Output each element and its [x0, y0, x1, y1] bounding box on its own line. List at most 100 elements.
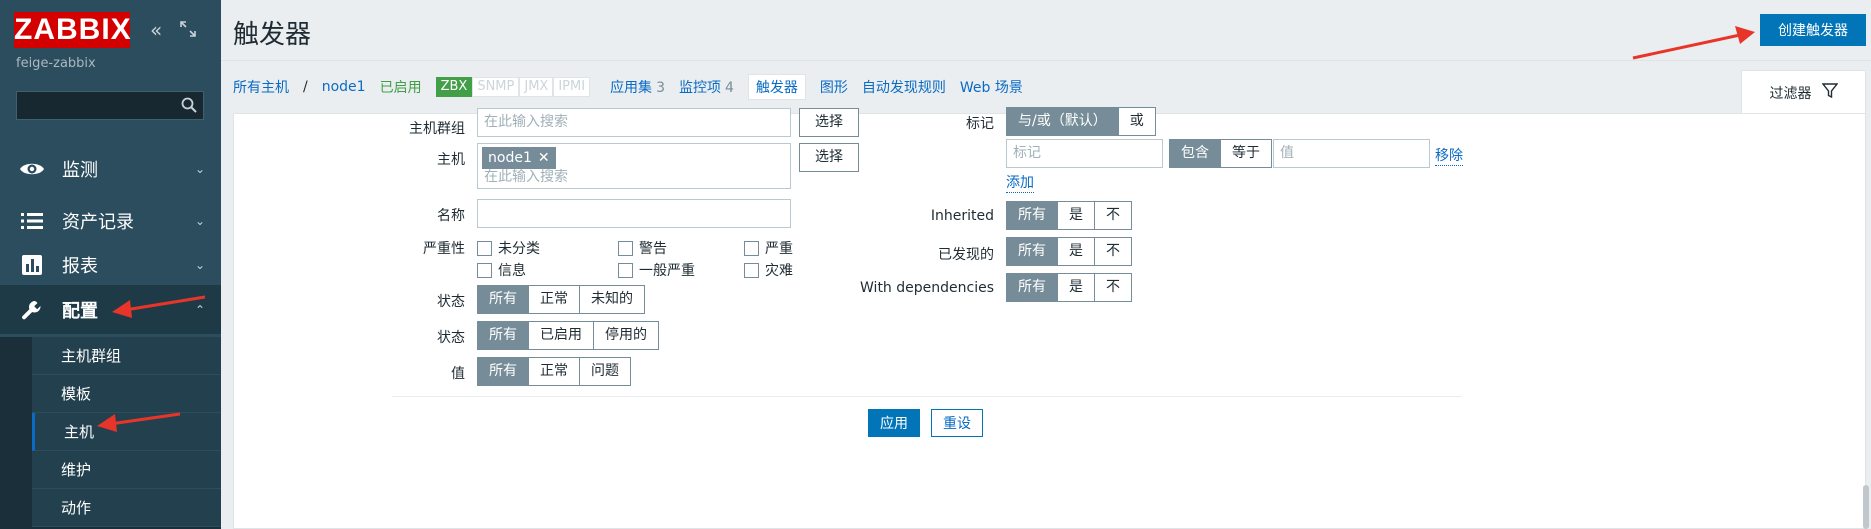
tag-name-input[interactable]: 标记 [1006, 139, 1163, 168]
severity-disaster-checkbox[interactable]: 灾难 [744, 260, 793, 280]
inherited-segmented-control[interactable]: 所有 是 不 [1006, 201, 1132, 230]
applications-count: 3 [656, 80, 665, 96]
inherited-option-no[interactable]: 不 [1095, 202, 1131, 229]
host-multiselect[interactable]: node1 ✕ 在此输入搜索 [477, 143, 791, 189]
value-option-problem[interactable]: 问题 [580, 358, 630, 385]
tag-value-input[interactable]: 值 [1273, 139, 1430, 168]
tag-operator-control[interactable]: 包含 等于 [1169, 139, 1272, 168]
chevron-down-icon: ⌄ [194, 257, 205, 272]
vertical-scrollbar[interactable] [1863, 485, 1869, 529]
apply-button[interactable]: 应用 [868, 409, 920, 437]
checkbox-box[interactable] [477, 240, 492, 256]
host-select-button[interactable]: 选择 [799, 143, 859, 172]
menu-label: 报表 [62, 255, 98, 277]
dependencies-segmented-control[interactable]: 所有 是 不 [1006, 273, 1132, 302]
page-title: 触发器 [233, 20, 312, 50]
menu-item-inventory[interactable]: 资产记录 ⌄ [0, 196, 221, 245]
dependencies-option-no[interactable]: 不 [1095, 274, 1131, 301]
name-input[interactable] [477, 199, 791, 228]
status-option-all[interactable]: 所有 [478, 322, 529, 349]
severity-average-checkbox[interactable]: 一般严重 [618, 260, 695, 280]
filter-panel: 主机群组 在此输入搜索 选择 主机 node1 ✕ 在此输入搜索 选择 名称 严重… [233, 107, 1866, 529]
tags-evaltype-control[interactable]: 与/或（默认） 或 [1006, 107, 1156, 136]
add-tag-link[interactable]: 添加 [1006, 172, 1034, 193]
breadcrumb-host[interactable]: node1 [322, 79, 366, 95]
menu-item-reports[interactable]: 报表 ⌄ [0, 240, 221, 289]
severity-warning-checkbox[interactable]: 警告 [618, 238, 667, 258]
host-group-select-button[interactable]: 选择 [799, 108, 859, 137]
checkbox-label: 信息 [498, 263, 526, 279]
remove-tag-link[interactable]: 移除 [1435, 145, 1463, 166]
inherited-label: Inherited [930, 208, 994, 224]
dependencies-option-yes[interactable]: 是 [1058, 274, 1095, 301]
checkbox-box[interactable] [618, 240, 633, 256]
host-group-input[interactable]: 在此输入搜索 [477, 108, 791, 137]
menu-item-configuration[interactable]: 配置 ⌃ [0, 285, 221, 334]
availability-indicators: ZBX SNMP JMX IPMI [435, 77, 591, 97]
tab-web-scenarios[interactable]: Web 场景 [960, 77, 1023, 97]
menu-item-monitoring[interactable]: 监测 ⌄ [0, 144, 221, 193]
tab-items[interactable]: 监控项 4 [679, 77, 734, 97]
reset-button[interactable]: 重设 [931, 409, 983, 437]
discovered-option-yes[interactable]: 是 [1058, 238, 1095, 265]
host-search-placeholder[interactable]: 在此输入搜索 [484, 164, 568, 191]
search-icon[interactable] [181, 97, 197, 113]
checkbox-box[interactable] [744, 262, 759, 278]
tab-discovery-rules[interactable]: 自动发现规则 [862, 77, 946, 97]
checkbox-box[interactable] [618, 262, 633, 278]
submenu-item-templates[interactable]: 模板 [32, 375, 221, 413]
filter-tab[interactable]: 过滤器 [1741, 70, 1866, 114]
severity-label: 严重性 [423, 241, 465, 257]
status-option-disabled[interactable]: 停用的 [594, 322, 658, 349]
checkbox-box[interactable] [744, 240, 759, 256]
severity-information-checkbox[interactable]: 信息 [477, 260, 526, 280]
checkbox-label: 未分类 [498, 241, 540, 257]
fullscreen-icon[interactable] [180, 18, 196, 42]
filter-tab-label: 过滤器 [1769, 85, 1812, 102]
menu-label: 资产记录 [62, 211, 134, 233]
value-segmented-control[interactable]: 所有 正常 问题 [477, 357, 631, 386]
submenu-item-maintenance[interactable]: 维护 [32, 451, 221, 489]
tag-op-equals[interactable]: 等于 [1221, 140, 1271, 167]
checkbox-label: 严重 [765, 241, 793, 257]
tab-applications[interactable]: 应用集 3 [610, 77, 665, 97]
checkbox-label: 灾难 [765, 263, 793, 279]
severity-not-classified-checkbox[interactable]: 未分类 [477, 238, 540, 258]
host-group-label: 主机群组 [409, 121, 465, 137]
value-label: 值 [451, 366, 465, 382]
breadcrumb-all-hosts[interactable]: 所有主机 [233, 77, 289, 97]
submenu-item-host-groups[interactable]: 主机群组 [32, 337, 221, 375]
value-option-all[interactable]: 所有 [478, 358, 529, 385]
chevron-down-icon: ⌄ [194, 213, 205, 228]
host-label: 主机 [437, 152, 465, 168]
discovered-segmented-control[interactable]: 所有 是 不 [1006, 237, 1132, 266]
state-option-all[interactable]: 所有 [478, 286, 529, 313]
submenu-item-hosts[interactable]: 主机 [32, 413, 221, 451]
double-chevron-left-icon[interactable]: « [150, 18, 162, 42]
tags-mode-and-or[interactable]: 与/或（默认） [1007, 108, 1119, 135]
host-status[interactable]: 已启用 [380, 77, 422, 97]
checkbox-box[interactable] [477, 262, 492, 278]
sidebar-search-input[interactable] [16, 91, 204, 120]
tab-graphs[interactable]: 图形 [820, 77, 848, 97]
inherited-option-yes[interactable]: 是 [1058, 202, 1095, 229]
zabbix-logo[interactable]: ZABBIX [14, 12, 131, 48]
wrench-icon [18, 296, 46, 324]
severity-high-checkbox[interactable]: 严重 [744, 238, 793, 258]
status-segmented-control[interactable]: 所有 已启用 停用的 [477, 321, 659, 350]
inherited-option-all[interactable]: 所有 [1007, 202, 1058, 229]
discovered-label: 已发现的 [938, 247, 994, 263]
discovered-option-no[interactable]: 不 [1095, 238, 1131, 265]
submenu-item-actions[interactable]: 动作 [32, 489, 221, 527]
state-segmented-control[interactable]: 所有 正常 未知的 [477, 285, 645, 314]
dependencies-option-all[interactable]: 所有 [1007, 274, 1058, 301]
discovered-option-all[interactable]: 所有 [1007, 238, 1058, 265]
value-option-ok[interactable]: 正常 [529, 358, 580, 385]
state-option-unknown[interactable]: 未知的 [580, 286, 644, 313]
status-option-enabled[interactable]: 已启用 [529, 322, 594, 349]
tag-op-contains[interactable]: 包含 [1170, 140, 1221, 167]
create-trigger-button[interactable]: 创建触发器 [1760, 14, 1866, 46]
tags-mode-or[interactable]: 或 [1119, 108, 1155, 135]
tab-triggers[interactable]: 触发器 [747, 74, 806, 100]
state-option-normal[interactable]: 正常 [529, 286, 580, 313]
